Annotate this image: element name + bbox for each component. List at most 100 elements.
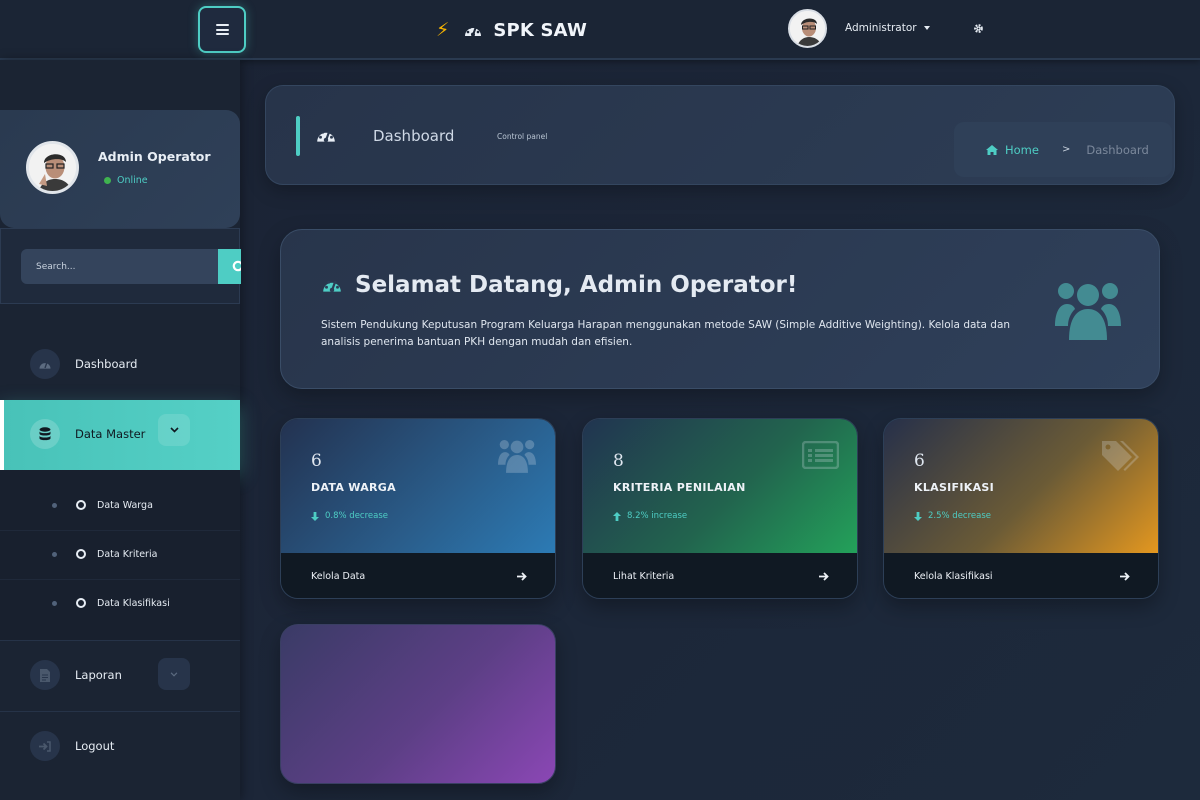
submenu-label: Data Klasifikasi — [97, 598, 170, 609]
users-icon — [498, 440, 536, 473]
submenu-item-data-kriteria[interactable]: Data Kriteria — [0, 531, 240, 580]
sidebar: Admin Operator Online Dashboard — [0, 60, 241, 800]
stat-card-data-warga: 6 DATA WARGA 0.8% decrease Kelola Data — [280, 418, 556, 599]
arrow-down-icon — [914, 511, 922, 521]
arrow-down-icon — [311, 511, 319, 521]
search-button[interactable] — [218, 249, 241, 284]
user-menu-dropdown[interactable]: Administrator — [845, 22, 930, 34]
stat-card-link[interactable]: Kelola Data — [281, 553, 555, 598]
avatar[interactable] — [788, 9, 827, 48]
bullet-icon — [52, 503, 57, 508]
welcome-title: Selamat Datang, Admin Operator! — [355, 272, 798, 298]
stat-card-kriteria: 8 KRITERIA PENILAIAN 8.2% increase Lihat… — [582, 418, 858, 599]
gauge-icon — [465, 26, 482, 37]
gauge-icon — [317, 130, 335, 143]
bullet-icon — [52, 601, 57, 606]
stat-trend-label: 0.8% decrease — [325, 511, 388, 521]
stat-card-body: 6 KLASIFIKASI 2.5% decrease — [884, 419, 1158, 553]
content-header: Dashboard Control panel Home > Dashboard — [265, 85, 1175, 185]
logout-icon — [30, 731, 60, 761]
status-badge: Online — [104, 175, 148, 186]
brand[interactable]: ⚡ SPK SAW — [436, 18, 587, 42]
stat-card-link[interactable]: Kelola Klasifikasi — [884, 553, 1158, 598]
sidebar-item-label: Logout — [75, 739, 115, 753]
accent-bar — [296, 116, 300, 156]
arrow-right-icon — [1120, 572, 1130, 581]
stat-value: 6 — [914, 451, 925, 471]
sidebar-item-label: Dashboard — [75, 357, 138, 371]
stat-link-label: Kelola Data — [311, 571, 366, 582]
submenu-label: Data Warga — [97, 500, 153, 511]
status-label: Online — [117, 175, 148, 186]
stat-trend: 8.2% increase — [613, 511, 687, 521]
stat-value: 6 — [311, 451, 322, 471]
top-navbar: ⚡ SPK SAW Administrator — [0, 0, 1200, 60]
stat-value: 8 — [613, 451, 624, 471]
gauge-icon — [323, 280, 341, 293]
welcome-card: Selamat Datang, Admin Operator! Sistem P… — [280, 229, 1160, 389]
submenu-item-data-klasifikasi[interactable]: Data Klasifikasi — [0, 580, 240, 629]
sidebar-toggle-button[interactable] — [198, 6, 246, 53]
brand-title: SPK SAW — [493, 19, 588, 41]
home-icon — [986, 144, 998, 155]
user-panel: Admin Operator Online — [0, 110, 240, 228]
stat-label: DATA WARGA — [311, 481, 396, 494]
stat-label: KRITERIA PENILAIAN — [613, 481, 746, 494]
circle-icon — [76, 500, 86, 510]
gear-icon[interactable] — [973, 23, 984, 34]
user-name: Admin Operator — [98, 149, 211, 164]
search-icon — [232, 260, 241, 271]
sidebar-item-label: Data Master — [75, 427, 146, 441]
sidebar-item-laporan[interactable]: Laporan — [0, 641, 240, 711]
stat-link-label: Kelola Klasifikasi — [914, 571, 993, 582]
breadcrumb-current: Dashboard — [1086, 142, 1149, 157]
welcome-description: Sistem Pendukung Keputusan Program Kelua… — [321, 319, 1011, 348]
sidebar-item-dashboard[interactable]: Dashboard — [0, 330, 240, 400]
users-icon — [1055, 283, 1121, 340]
chevron-down-icon[interactable] — [158, 658, 190, 690]
chevron-down-icon[interactable] — [158, 414, 190, 446]
file-icon — [30, 660, 60, 690]
user-photo-icon — [790, 11, 825, 46]
stat-trend-label: 2.5% decrease — [928, 511, 991, 521]
arrow-right-icon — [819, 572, 829, 581]
circle-icon — [76, 598, 86, 608]
stat-label: KLASIFIKASI — [914, 481, 995, 494]
database-icon — [30, 419, 60, 449]
caret-down-icon — [923, 26, 930, 30]
sidebar-item-label: Laporan — [75, 668, 122, 682]
submenu-data-master: Data Warga Data Kriteria Data Klasifikas… — [0, 470, 240, 640]
tags-icon — [1102, 441, 1139, 471]
arrow-up-icon — [613, 511, 621, 521]
breadcrumb-home[interactable]: Home — [986, 143, 1039, 157]
stat-card-empty — [280, 624, 556, 784]
list-icon — [802, 441, 839, 469]
welcome-heading: Selamat Datang, Admin Operator! — [321, 272, 797, 298]
page-title: Dashboard — [373, 127, 455, 145]
page-subtitle: Control panel — [497, 132, 548, 141]
online-dot-icon — [104, 177, 111, 184]
circle-icon — [76, 549, 86, 559]
breadcrumb: Home > Dashboard — [954, 122, 1172, 177]
stat-trend-label: 8.2% increase — [627, 511, 688, 521]
arrow-right-icon — [517, 572, 527, 581]
stat-card-klasifikasi: 6 KLASIFIKASI 2.5% decrease Kelola Klasi… — [883, 418, 1159, 599]
sidebar-search — [0, 228, 241, 304]
bolt-icon: ⚡ — [436, 19, 450, 41]
sidebar-item-data-master[interactable]: Data Master — [0, 400, 240, 470]
bullet-icon — [52, 552, 57, 557]
stat-card-link[interactable]: Lihat Kriteria — [583, 553, 857, 598]
user-menu-label: Administrator — [845, 22, 917, 34]
stat-card-body: 8 KRITERIA PENILAIAN 8.2% increase — [583, 419, 857, 553]
sidebar-item-logout[interactable]: Logout — [0, 712, 240, 782]
breadcrumb-separator: > — [1061, 144, 1071, 155]
gauge-icon — [30, 349, 60, 379]
breadcrumb-home-label: Home — [1005, 142, 1039, 157]
search-input[interactable] — [21, 249, 218, 284]
stat-link-label: Lihat Kriteria — [613, 571, 675, 582]
submenu-label: Data Kriteria — [97, 549, 158, 560]
stat-trend: 0.8% decrease — [311, 511, 388, 521]
avatar — [26, 141, 79, 194]
hamburger-icon — [215, 24, 229, 35]
submenu-item-data-warga[interactable]: Data Warga — [0, 482, 240, 531]
